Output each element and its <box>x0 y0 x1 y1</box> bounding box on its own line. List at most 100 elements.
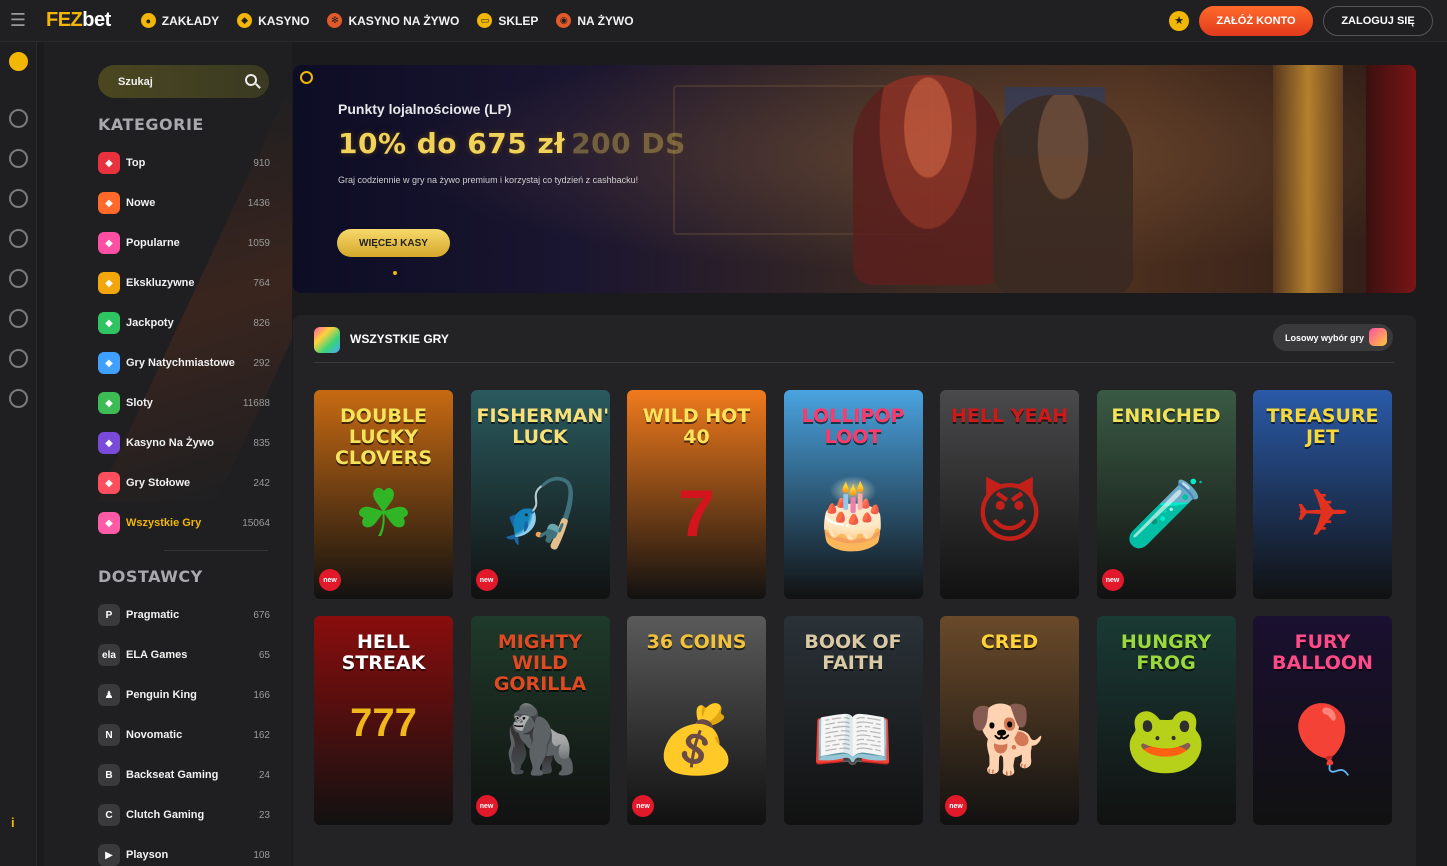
game-tile[interactable]: 36 COINS 💰 new <box>627 616 766 825</box>
header-actions: ★ ZAŁÓŻ KONTO ZALOGUJ SIĘ <box>1169 5 1433 36</box>
info-icon[interactable]: i <box>11 815 15 830</box>
nav-item-sklep[interactable]: ▭ SKLEP <box>477 13 538 28</box>
game-tile[interactable]: HELL STREAK 777 <box>314 616 453 825</box>
banner-title: 10% do 675 zł 200 DS <box>338 127 686 160</box>
sidebar-category-item[interactable]: ◆ Wszystkie Gry 15064 <box>98 510 270 536</box>
sidebar-provider-item[interactable]: ♟ Penguin King 166 <box>98 682 270 708</box>
category-label: Gry Stołowe <box>126 477 191 489</box>
game-tile[interactable]: DOUBLE LUCKY CLOVERS ☘ new <box>314 390 453 599</box>
provider-label: ELA Games <box>126 649 188 661</box>
game-tile[interactable]: LOLLIPOP LOOT 🎂 <box>783 390 923 599</box>
game-title: HELL YEAH <box>950 405 1069 427</box>
game-tile[interactable]: BOOK OF FAITH 📖 <box>783 616 923 825</box>
nav-item-na-zywo[interactable]: ◉ NA ŻYWO <box>556 13 634 28</box>
game-tile[interactable]: FISHERMAN'S LUCK 🎣 new <box>470 390 610 599</box>
game-tile[interactable]: HELL YEAH 😈 <box>940 390 1079 599</box>
sidebar-category-item[interactable]: ◆ Gry Stołowe 242 <box>98 470 270 496</box>
sidebar-category-item[interactable]: ◆ Ekskluzywne 764 <box>98 270 270 296</box>
more-cash-button[interactable]: WIĘCEJ KASY <box>337 229 450 257</box>
sidebar-category-item[interactable]: ◆ Sloty 11688 <box>98 390 270 416</box>
game-title: CRED <box>980 631 1039 653</box>
banner-subtitle: Punkty lojalnościowe (LP) <box>338 101 512 117</box>
sidebar-provider-item[interactable]: B Backseat Gaming 24 <box>98 762 270 788</box>
logo[interactable]: FEZbet <box>46 9 111 32</box>
category-count: 15064 <box>242 517 270 529</box>
game-tile[interactable]: WILD HOT 40 7 <box>627 390 766 599</box>
banner-logo-icon <box>300 71 313 84</box>
category-label: Wszystkie Gry <box>126 517 202 529</box>
category-icon: ◆ <box>98 392 120 414</box>
soccer-rail-icon[interactable] <box>9 109 28 128</box>
nav-label: KASYNO <box>258 13 310 28</box>
game-tile[interactable]: MIGHTY WILD GORILLA 🦍 new <box>470 616 610 825</box>
sidebar-category-item[interactable]: ◆ Nowe 1436 <box>98 190 270 216</box>
carousel-dot[interactable] <box>393 271 397 275</box>
sidebar-provider-item[interactable]: C Clutch Gaming 23 <box>98 802 270 828</box>
search-input[interactable] <box>118 75 228 88</box>
nav-item-kasyno-na-zywo[interactable]: ✻ KASYNO NA ŻYWO <box>327 13 459 28</box>
panel-title: WSZYSTKIE GRY <box>350 332 449 346</box>
game-title: FURY BALLOON <box>1272 631 1373 674</box>
sidebar-category-item[interactable]: ◆ Gry Natychmiastowe 292 <box>98 350 270 376</box>
category-label: Kasyno Na Żywo <box>126 437 215 449</box>
sidebar-provider-item[interactable]: ▶ Playson 108 <box>98 842 270 866</box>
new-badge: new <box>475 795 498 817</box>
shop-rail-icon[interactable] <box>9 389 28 408</box>
live-casino-rail-icon[interactable] <box>9 189 28 208</box>
game-art: 🧪 <box>1124 476 1208 550</box>
category-count: 1059 <box>247 237 270 249</box>
category-icon: ◆ <box>98 472 120 494</box>
provider-logo-icon: ♟ <box>98 684 120 706</box>
game-art: 📖 <box>811 702 895 776</box>
vip-icon[interactable]: ★ <box>1169 10 1189 31</box>
game-tile[interactable]: CRED 🐕 new <box>940 616 1079 825</box>
promo-banner[interactable]: Punkty lojalnościowe (LP) 10% do 675 zł 2… <box>293 65 1416 293</box>
logo-fez-text: FEZ <box>46 9 83 31</box>
casino-rail-icon[interactable] <box>9 149 28 168</box>
sidebar-category-item[interactable]: ◆ Jackpoty 826 <box>98 310 270 336</box>
provider-logo-icon: N <box>98 724 120 746</box>
random-game-label: Losowy wybór gry <box>1285 332 1365 343</box>
trophy-rail-icon[interactable] <box>9 349 28 368</box>
banner-title-text: 10% do 675 zł <box>338 127 566 160</box>
provider-label: Novomatic <box>126 729 183 741</box>
sidebar-category-item[interactable]: ◆ Kasyno Na Żywo 835 <box>98 430 270 456</box>
game-tile[interactable]: FURY BALLOON 🎈 <box>1253 616 1392 825</box>
vip-rail-icon[interactable] <box>9 52 28 71</box>
game-tile[interactable]: TREASURE JET ✈ <box>1253 390 1392 599</box>
register-button[interactable]: ZAŁÓŻ KONTO <box>1199 5 1313 36</box>
game-art: 🎂 <box>811 476 895 550</box>
provider-logo-icon: P <box>98 604 120 626</box>
category-count: 242 <box>253 477 270 489</box>
search-icon[interactable] <box>245 74 257 86</box>
category-label: Gry Natychmiastowe <box>126 357 235 369</box>
star-rail-icon[interactable] <box>9 309 28 328</box>
live-signal-icon: ◉ <box>556 13 572 28</box>
provider-count: 23 <box>258 809 270 821</box>
nav-item-kasyno[interactable]: ◆ KASYNO <box>237 13 309 28</box>
category-count: 910 <box>253 157 270 169</box>
game-tile[interactable]: HUNGRY FROG 🐸 <box>1096 616 1236 825</box>
random-game-button[interactable]: Losowy wybór gry <box>1273 324 1393 351</box>
login-button[interactable]: ZALOGUJ SIĘ <box>1323 5 1433 36</box>
game-tile[interactable]: ENRICHED 🧪 new <box>1096 390 1236 599</box>
settings-rail-icon[interactable] <box>9 269 28 288</box>
sidebar-provider-item[interactable]: ela ELA Games 65 <box>98 642 270 668</box>
live-rail-icon[interactable] <box>9 229 28 248</box>
category-icon: ◆ <box>98 272 120 294</box>
game-art: 🐕 <box>968 702 1051 776</box>
sidebar-category-item[interactable]: ◆ Popularne 1059 <box>98 230 270 256</box>
provider-count: 65 <box>258 649 270 661</box>
provider-count: 162 <box>253 729 270 741</box>
category-icon: ◆ <box>98 232 120 254</box>
sidebar-category-item[interactable]: ◆ Top 910 <box>98 150 270 176</box>
game-art: 🐸 <box>1124 702 1208 776</box>
nav-item-zaklady[interactable]: ● ZAKŁADY <box>140 13 219 28</box>
game-art: ☘ <box>353 476 414 550</box>
menu-icon[interactable]: ☰ <box>0 0 36 42</box>
sidebar-provider-item[interactable]: N Novomatic 162 <box>98 722 270 748</box>
provider-count: 108 <box>253 849 270 861</box>
category-icon: ◆ <box>98 512 120 534</box>
sidebar-provider-item[interactable]: P Pragmatic 676 <box>98 602 270 628</box>
category-label: Top <box>126 157 146 169</box>
